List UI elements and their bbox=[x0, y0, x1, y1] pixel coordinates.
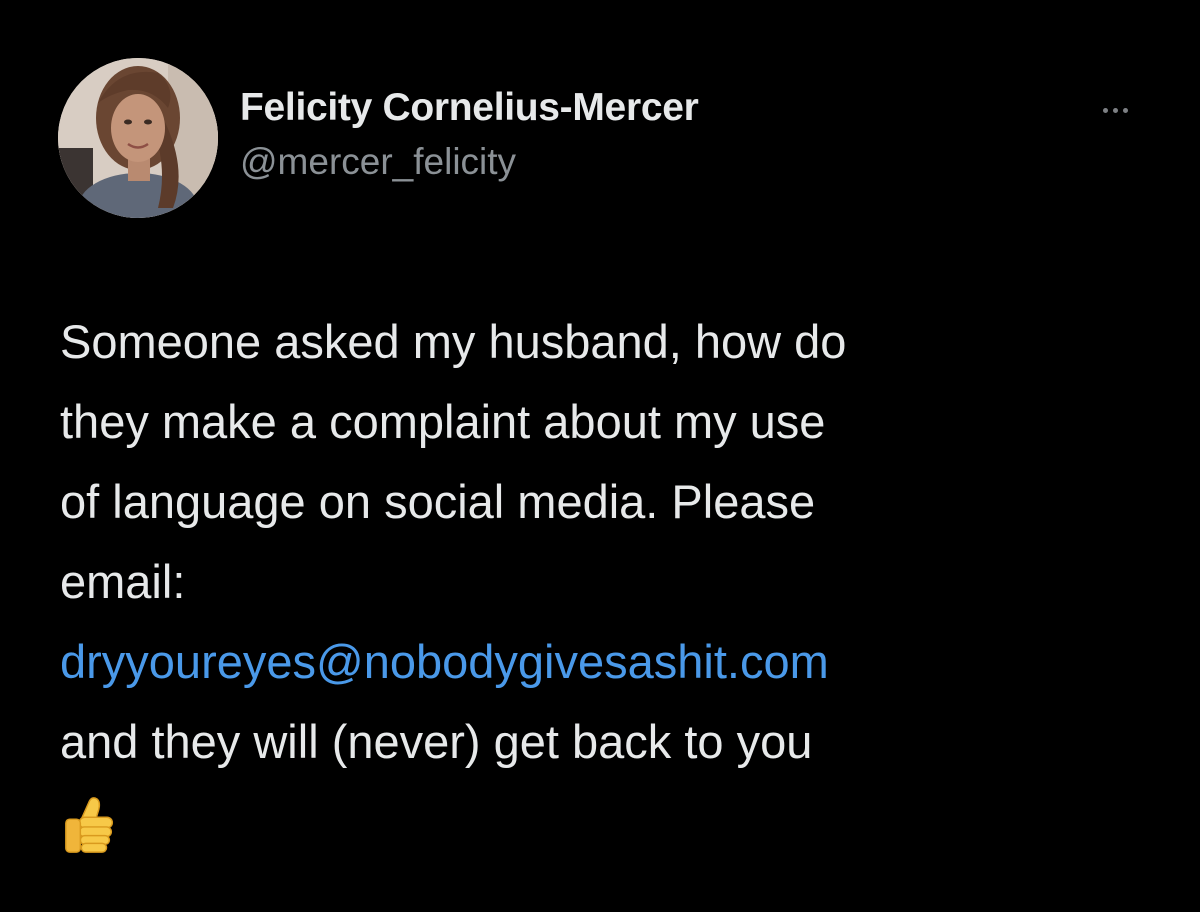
tweet-line: email: bbox=[60, 555, 186, 608]
user-handle[interactable]: @mercer_felicity bbox=[240, 139, 698, 185]
more-options-button[interactable] bbox=[1090, 95, 1140, 125]
tweet-line: they make a complaint about my use bbox=[60, 395, 826, 448]
profile-photo bbox=[58, 58, 218, 218]
tweet-line: and they will (never) get back to you bbox=[60, 715, 813, 768]
email-link[interactable]: dryyoureyes@nobodygivesashit.com bbox=[60, 635, 829, 688]
author-block: Felicity Cornelius-Mercer @mercer_felici… bbox=[240, 85, 699, 185]
tweet-text: Someone asked my husband, how do they ma… bbox=[60, 302, 1170, 880]
tweet-line: Someone asked my husband, how do bbox=[60, 315, 847, 368]
tweet-line: of language on social media. Please bbox=[60, 475, 816, 528]
tweet-card: Felicity Cornelius-Mercer @mercer_felici… bbox=[0, 0, 1200, 912]
more-horizontal-icon bbox=[1102, 107, 1128, 113]
thumbs-up-icon bbox=[60, 794, 122, 856]
avatar[interactable] bbox=[58, 58, 218, 218]
display-name[interactable]: Felicity Cornelius-Mercer bbox=[240, 85, 699, 131]
